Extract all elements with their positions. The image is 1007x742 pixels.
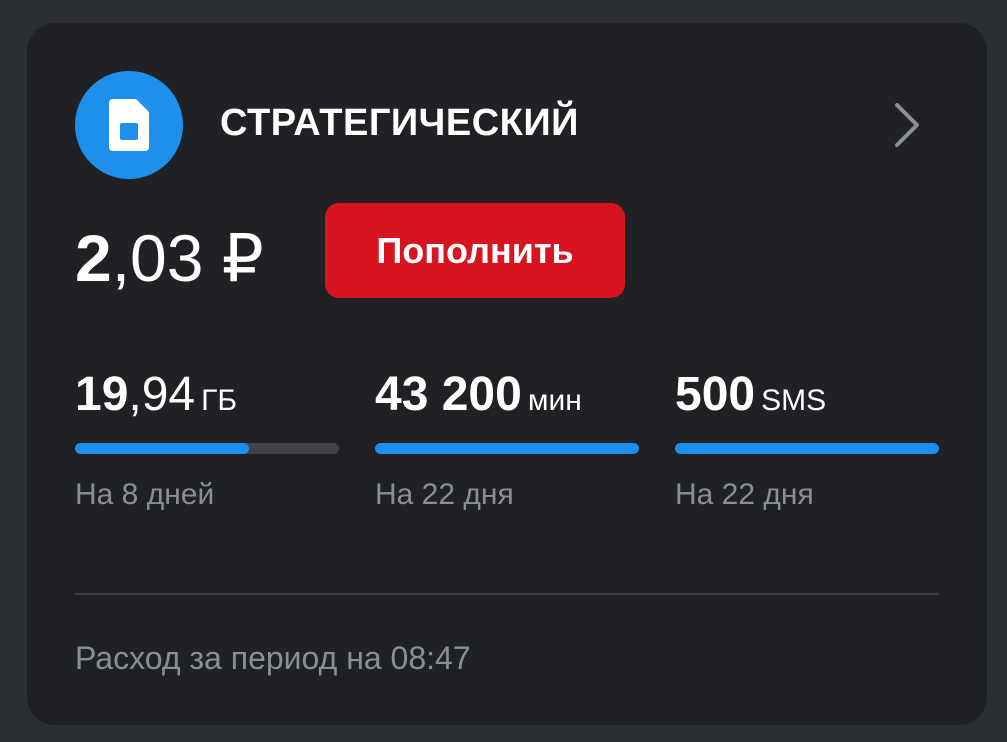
sms-stat: 500 SMS На 22 дня	[675, 368, 939, 511]
internet-period: На 8 дней	[75, 478, 215, 511]
minutes-unit: мин	[527, 384, 582, 417]
topup-button[interactable]: Пополнить	[325, 203, 625, 298]
plan-title: СТРАТЕГИЧЕСКИЙ	[220, 102, 579, 144]
internet-value-minor: ,94	[128, 368, 196, 421]
minutes-value: 43 200 мин	[375, 368, 639, 428]
internet-value: 19,94 ГБ	[75, 368, 339, 428]
minutes-progress-fill	[375, 443, 639, 454]
usage-period-link[interactable]: Расход за период на 08:47	[75, 639, 471, 677]
chevron-right-icon[interactable]	[885, 101, 925, 149]
balance-fraction: ,03 ₽	[111, 221, 264, 295]
internet-progress-fill	[75, 443, 250, 454]
minutes-progress-bar	[375, 443, 639, 454]
sms-progress-bar	[675, 443, 939, 454]
minutes-value-major: 43 200	[375, 368, 522, 421]
sms-period: На 22 дня	[675, 478, 814, 511]
sms-value: 500 SMS	[675, 368, 939, 428]
internet-unit: ГБ	[201, 384, 238, 417]
sms-progress-fill	[675, 443, 939, 454]
internet-value-major: 19	[75, 368, 129, 421]
sms-value-major: 500	[675, 368, 756, 421]
sim-card-icon	[75, 71, 183, 179]
sms-unit: SMS	[761, 384, 827, 417]
minutes-stat: 43 200 мин На 22 дня	[375, 368, 639, 511]
balance-integer: 2	[75, 221, 112, 295]
internet-stat: 19,94 ГБ На 8 дней	[75, 368, 339, 511]
minutes-period: На 22 дня	[375, 478, 514, 511]
balance-amount: 2,03 ₽	[75, 223, 264, 293]
divider	[75, 593, 939, 595]
internet-progress-bar	[75, 443, 339, 454]
tariff-card[interactable]: СТРАТЕГИЧЕСКИЙ 2,03 ₽ Пополнить 19,94 ГБ …	[27, 23, 987, 725]
